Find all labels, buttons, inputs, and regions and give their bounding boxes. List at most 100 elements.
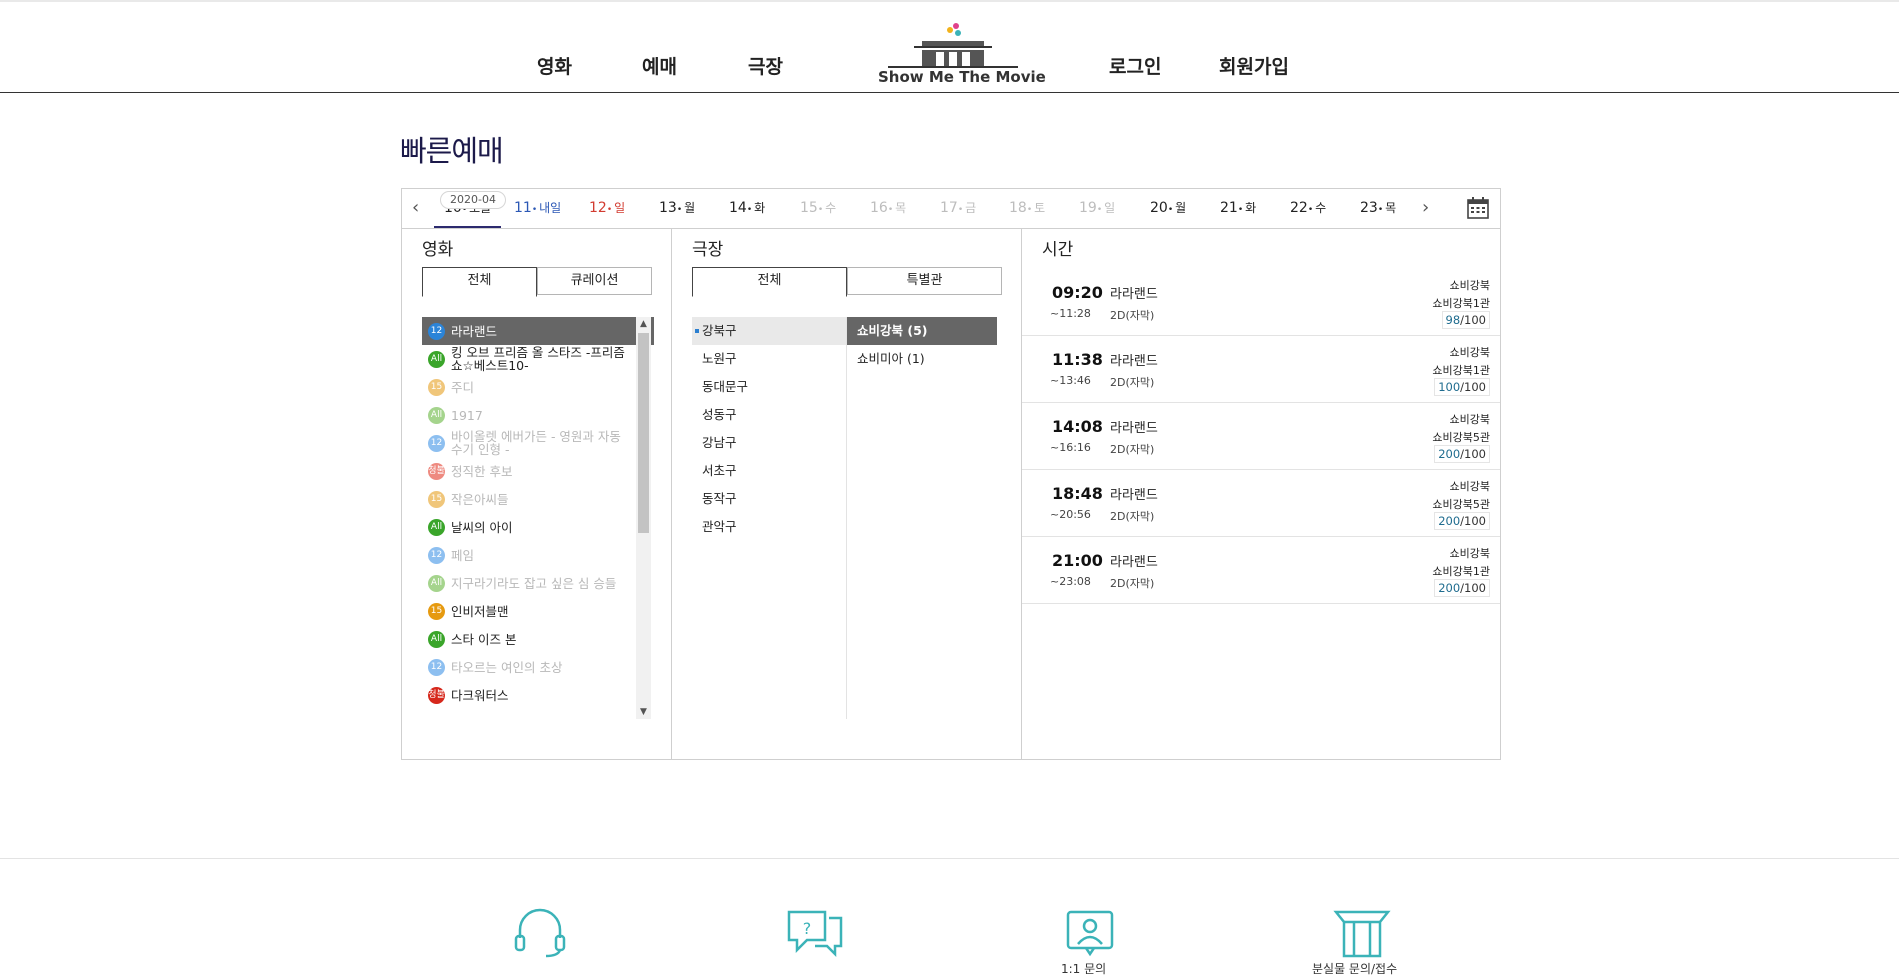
date-prev-icon[interactable]: ‹ — [412, 197, 419, 218]
theater-logo-icon — [888, 23, 1018, 68]
date-dot: • — [1237, 205, 1244, 215]
nav-signup[interactable]: 회원가입 — [1219, 52, 1289, 79]
branch-name: 쇼비강북 — [1449, 413, 1490, 426]
nav-theater[interactable]: 극장 — [748, 52, 783, 79]
movie-item[interactable]: 12타오르는 여인의 초상♡ — [422, 653, 654, 681]
cinema-item[interactable]: 쇼비미아 (1) — [847, 345, 997, 373]
region-item[interactable]: 관악구 — [692, 513, 847, 541]
calendar-icon[interactable] — [1467, 196, 1489, 220]
date-num: 19 — [1079, 200, 1097, 216]
date-item[interactable]: 12• 일 — [589, 199, 625, 216]
date-item: 17• 금 — [940, 199, 976, 216]
date-item[interactable]: 14• 화 — [729, 199, 765, 216]
date-num: 18 — [1009, 200, 1027, 216]
movie-item[interactable]: 15인비저블맨♡ — [422, 597, 654, 625]
showtime-row[interactable]: 11:38 ~13:46 라라랜드 2D(자막) 쇼비강북 쇼비강북1관 100/100 — [1022, 336, 1500, 403]
start-time: 11:38 — [1052, 350, 1103, 369]
cinema-item[interactable]: 쇼비강북 (5) — [847, 317, 997, 345]
movie-item[interactable]: All지구라기라도 잡고 싶은 심 승들♡ — [422, 569, 654, 597]
date-num: 21 — [1220, 200, 1238, 216]
nav-movie[interactable]: 영화 — [537, 52, 572, 79]
date-item: 16• 목 — [870, 199, 906, 216]
footer-label-inquiry[interactable]: 1:1 문의 — [1061, 960, 1106, 977]
region-item[interactable]: 강남구 — [692, 429, 847, 457]
movie-item[interactable]: 15작은아씨들♡ — [422, 485, 654, 513]
movie-list: 12라라랜드♡All킹 오브 프리즘 올 스타즈 -프리즘 쇼☆베스트10-♡1… — [422, 317, 654, 719]
movie-name: 지구라기라도 잡고 싶은 심 승들 — [451, 576, 617, 590]
date-item: 15• 수 — [800, 199, 836, 216]
person-inquiry-icon[interactable] — [1060, 908, 1120, 958]
date-day: 목 — [1385, 201, 1397, 215]
showtime-row[interactable]: 09:20 ~11:28 라라랜드 2D(자막) 쇼비강북 쇼비강북1관 98/100 — [1022, 269, 1500, 336]
rating-badge: All — [428, 406, 445, 424]
movie-item[interactable]: 12라라랜드♡ — [422, 317, 654, 345]
date-dot: • — [1377, 205, 1384, 215]
date-item[interactable]: 20• 월 — [1150, 199, 1186, 216]
movie-item[interactable]: All스타 이즈 본♡ — [422, 625, 654, 653]
nav-reserve[interactable]: 예매 — [642, 52, 677, 79]
movie-item[interactable]: 청불정직한 후보♡ — [422, 457, 654, 485]
date-item[interactable]: 21• 화 — [1220, 199, 1256, 216]
date-day: 내일 — [539, 201, 562, 215]
date-dot: • — [676, 205, 683, 215]
date-item[interactable]: 10•오늘2020-04 — [433, 191, 506, 228]
headset-icon[interactable] — [510, 908, 570, 958]
date-item[interactable]: 22• 수 — [1290, 199, 1326, 216]
date-num: 15 — [800, 200, 818, 216]
tab-movie-curation[interactable]: 큐레이션 — [537, 267, 652, 295]
date-day: 일 — [1104, 201, 1116, 215]
seats-available: 98 — [1445, 313, 1461, 327]
showtime-row[interactable]: 14:08 ~16:16 라라랜드 2D(자막) 쇼비강북 쇼비강북5관 200/100 — [1022, 403, 1500, 470]
region-item[interactable]: 성동구 — [692, 401, 847, 429]
region-list: 강북구 노원구 동대문구 성동구 강남구 서초구 동작구 관악구 — [692, 317, 847, 719]
movie-item[interactable]: 12바이올렛 에버가든 - 영원과 자동 수기 인형 -♡ — [422, 429, 654, 457]
movie-item[interactable]: All날씨의 아이♡ — [422, 513, 654, 541]
movie-item[interactable]: 12페임♡ — [422, 541, 654, 569]
region-item[interactable]: 동대문구 — [692, 373, 847, 401]
tab-theater-special[interactable]: 특별관 — [847, 267, 1002, 295]
year-month-tag: 2020-04 — [440, 191, 506, 209]
region-item[interactable]: 강북구 — [692, 317, 847, 345]
movie-item[interactable]: 청불다크워터스♡ — [422, 681, 654, 709]
date-day: 일 — [614, 201, 626, 215]
nav-login[interactable]: 로그인 — [1109, 52, 1161, 79]
region-item[interactable]: 노원구 — [692, 345, 847, 373]
rating-badge: 15 — [428, 378, 445, 396]
branch-name: 쇼비강북 — [1449, 547, 1490, 560]
date-day: 수 — [825, 201, 837, 215]
scroll-up-icon[interactable]: ▲ — [636, 319, 651, 329]
region-item[interactable]: 동작구 — [692, 485, 847, 513]
site-logo[interactable]: Show Me The Movie — [878, 22, 1046, 88]
movie-name: 타오르는 여인의 초상 — [451, 660, 563, 674]
movie-item[interactable]: All킹 오브 프리즘 올 스타즈 -프리즘 쇼☆베스트10-♡ — [422, 345, 654, 373]
tab-movie-all[interactable]: 전체 — [422, 267, 537, 297]
footer-label-lost[interactable]: 분실물 문의/접수 — [1312, 960, 1397, 977]
page-title: 빠른예매 — [400, 134, 504, 168]
movie-item[interactable]: All1917♡ — [422, 401, 654, 429]
region-item[interactable]: 서초구 — [692, 457, 847, 485]
date-dot: • — [606, 205, 613, 215]
lost-box-icon[interactable] — [1332, 908, 1392, 958]
showtime-row[interactable]: 21:00 ~23:08 라라랜드 2D(자막) 쇼비강북 쇼비강북1관 200/100 — [1022, 537, 1500, 604]
date-num: 11 — [514, 200, 532, 216]
seats-total: /100 — [1460, 380, 1486, 394]
date-item[interactable]: 11• 내일 — [514, 199, 561, 216]
showtime-row[interactable]: 18:48 ~20:56 라라랜드 2D(자막) 쇼비강북 쇼비강북5관 200/100 — [1022, 470, 1500, 537]
date-item[interactable]: 13• 월 — [659, 199, 695, 216]
date-item[interactable]: 23• 목 — [1360, 199, 1396, 216]
seats-total: /100 — [1460, 514, 1486, 528]
seats-total: /100 — [1460, 581, 1486, 595]
tab-theater-all[interactable]: 전체 — [692, 267, 847, 297]
movie-item[interactable]: 15주디♡ — [422, 373, 654, 401]
date-num: 23 — [1360, 200, 1378, 216]
movie-column-title: 영화 — [422, 240, 454, 260]
theater-tabs: 전체 특별관 — [692, 267, 1002, 297]
scroll-down-icon[interactable]: ▼ — [636, 707, 651, 717]
movie-scrollbar[interactable]: ▲ ▼ — [636, 317, 651, 719]
start-time: 14:08 — [1052, 417, 1103, 436]
movie-name: 스타 이즈 본 — [451, 632, 517, 646]
faq-bubble-icon[interactable]: ? — [785, 908, 845, 958]
date-next-icon[interactable]: › — [1422, 197, 1429, 218]
scroll-thumb[interactable] — [638, 333, 649, 533]
showtime-format: 2D(자막) — [1110, 443, 1155, 456]
